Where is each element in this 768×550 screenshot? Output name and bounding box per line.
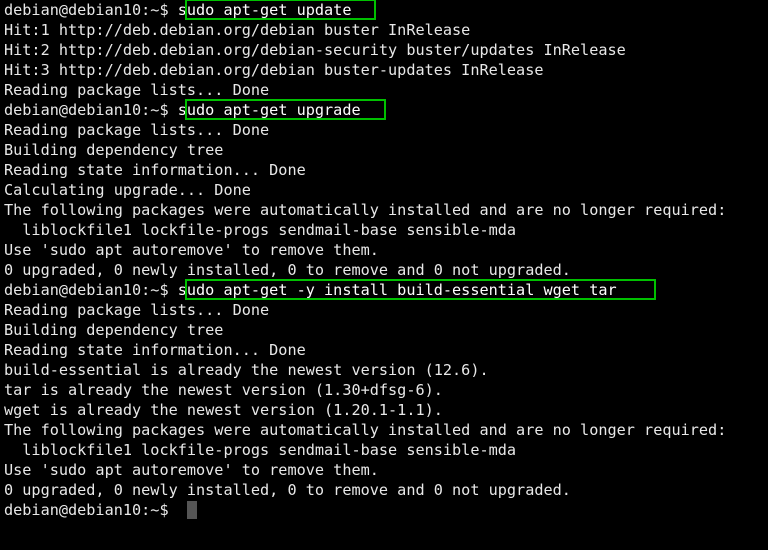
terminal-output-line: Use 'sudo apt autoremove' to remove them…: [4, 240, 379, 260]
terminal-output-line: Hit:2 http://deb.debian.org/debian-secur…: [4, 40, 626, 60]
terminal-prompt-line: debian@debian10:~$ sudo apt-get -y insta…: [4, 280, 617, 300]
terminal-output-line: Reading package lists... Done: [4, 300, 269, 320]
terminal-output-line: The following packages were automaticall…: [4, 200, 726, 220]
text-cursor: [187, 501, 198, 519]
terminal-prompt-line: debian@debian10:~$ sudo apt-get update: [4, 0, 351, 20]
output-text: 0 upgraded, 0 newly installed, 0 to remo…: [4, 481, 571, 499]
output-text: Hit:1 http://deb.debian.org/debian buste…: [4, 21, 471, 39]
output-text: Use 'sudo apt autoremove' to remove them…: [4, 241, 379, 259]
terminal-output-line: build-essential is already the newest ve…: [4, 360, 489, 380]
output-text: Use 'sudo apt autoremove' to remove them…: [4, 461, 379, 479]
typed-command: sudo apt-get -y install build-essential …: [177, 281, 617, 299]
output-text: build-essential is already the newest ve…: [4, 361, 489, 379]
terminal-output-line: liblockfile1 lockfile-progs sendmail-bas…: [4, 220, 516, 240]
output-text: Reading package lists... Done: [4, 81, 270, 99]
shell-prompt: debian@debian10:~$: [4, 281, 178, 299]
typed-command: sudo apt-get update: [177, 1, 352, 19]
terminal-output-line: 0 upgraded, 0 newly installed, 0 to remo…: [4, 480, 571, 500]
output-text: Hit:2 http://deb.debian.org/debian-secur…: [4, 41, 626, 59]
output-text: Reading package lists... Done: [4, 301, 270, 319]
terminal-output-line: liblockfile1 lockfile-progs sendmail-bas…: [4, 440, 516, 460]
output-text: liblockfile1 lockfile-progs sendmail-bas…: [4, 441, 517, 459]
terminal-output-line: Reading package lists... Done: [4, 120, 269, 140]
terminal-output-line: 0 upgraded, 0 newly installed, 0 to remo…: [4, 260, 571, 280]
shell-prompt: debian@debian10:~$: [4, 101, 178, 119]
output-text: Calculating upgrade... Done: [4, 181, 251, 199]
shell-prompt: debian@debian10:~$: [4, 501, 178, 519]
terminal-output-line: Reading state information... Done: [4, 160, 306, 180]
shell-prompt: debian@debian10:~$: [4, 1, 178, 19]
terminal-window[interactable]: debian@debian10:~$ sudo apt-get update Hi…: [0, 0, 768, 550]
output-text: Building dependency tree: [4, 141, 224, 159]
output-text: The following packages were automaticall…: [4, 421, 727, 439]
terminal-output-line: Hit:1 http://deb.debian.org/debian buste…: [4, 20, 470, 40]
output-text: 0 upgraded, 0 newly installed, 0 to remo…: [4, 261, 571, 279]
terminal-output-line: Calculating upgrade... Done: [4, 180, 251, 200]
output-text: Building dependency tree: [4, 321, 224, 339]
output-text: Hit:3 http://deb.debian.org/debian buste…: [4, 61, 544, 79]
output-text: tar is already the newest version (1.30+…: [4, 381, 443, 399]
terminal-output-line: Building dependency tree: [4, 320, 223, 340]
terminal-output-line: The following packages were automaticall…: [4, 420, 726, 440]
terminal-output-line: Hit:3 http://deb.debian.org/debian buste…: [4, 60, 543, 80]
terminal-output-line: Use 'sudo apt autoremove' to remove them…: [4, 460, 379, 480]
output-text: liblockfile1 lockfile-progs sendmail-bas…: [4, 221, 517, 239]
terminal-output-line: Reading state information... Done: [4, 340, 306, 360]
output-text: Reading package lists... Done: [4, 121, 270, 139]
terminal-output-line: Building dependency tree: [4, 140, 223, 160]
terminal-prompt-line: debian@debian10:~$: [4, 500, 178, 520]
terminal-output-line: wget is already the newest version (1.20…: [4, 400, 443, 420]
output-text: wget is already the newest version (1.20…: [4, 401, 443, 419]
terminal-output-line: Reading package lists... Done: [4, 80, 269, 100]
terminal-output-line: tar is already the newest version (1.30+…: [4, 380, 443, 400]
typed-command: sudo apt-get upgrade: [177, 101, 361, 119]
output-text: The following packages were automaticall…: [4, 201, 727, 219]
terminal-prompt-line: debian@debian10:~$ sudo apt-get upgrade: [4, 100, 361, 120]
output-text: Reading state information... Done: [4, 341, 306, 359]
output-text: Reading state information... Done: [4, 161, 306, 179]
